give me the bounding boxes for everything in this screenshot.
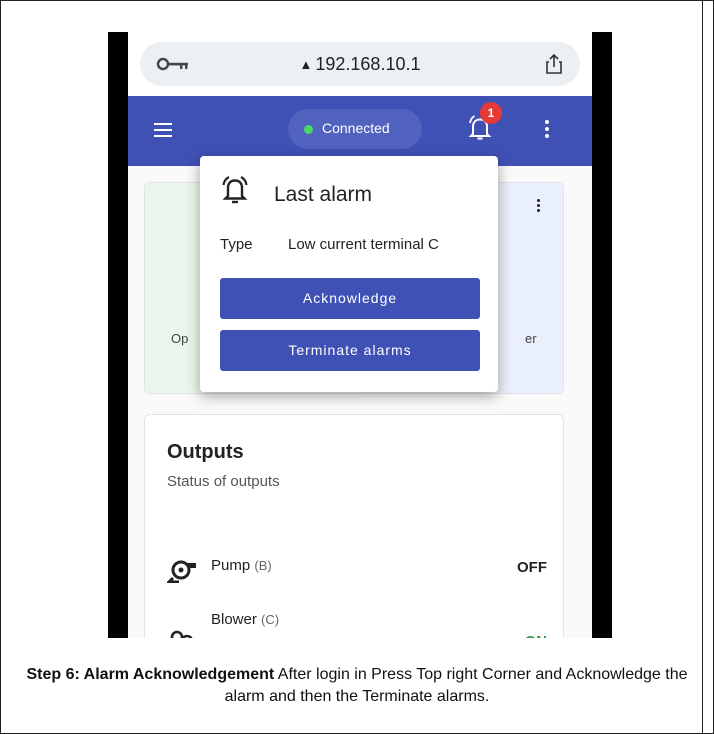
alarm-type-value: Low current terminal C — [288, 236, 439, 253]
step-caption: Step 6: Alarm Acknowledgement After logi… — [20, 664, 694, 708]
terminate-alarms-button[interactable]: Terminate alarms — [220, 330, 480, 371]
alarm-bell-icon — [222, 176, 248, 204]
browser-bar: ▲ 192.168.10.1 — [128, 32, 592, 96]
status-dot-icon — [304, 125, 313, 134]
url-bar[interactable]: ▲ 192.168.10.1 — [140, 42, 580, 86]
phone-screenshot: ▲ 192.168.10.1 Connected 1 Op er Outputs… — [108, 32, 612, 638]
blower-icon — [170, 630, 193, 638]
step-description: After login in Press Top right Corner an… — [224, 666, 688, 705]
popup-title: Last alarm — [274, 183, 373, 206]
pump-icon — [167, 560, 196, 583]
output-row-blower: Blower (C) ON — [167, 611, 547, 638]
url-text: 192.168.10.1 — [315, 54, 421, 74]
last-alarm-popup: Last alarm Type Low current terminal C A… — [200, 156, 498, 392]
card-options-icon[interactable] — [535, 199, 541, 217]
output-state: ON — [525, 633, 548, 638]
output-row-pump: Pump (B) OFF — [167, 557, 547, 587]
output-state: OFF — [517, 559, 547, 576]
url-display[interactable]: ▲ 192.168.10.1 — [140, 54, 580, 75]
outputs-subtitle: Status of outputs — [167, 473, 280, 490]
alarm-count-badge: 1 — [480, 102, 502, 124]
output-name: Blower (C) — [211, 611, 280, 628]
step-heading: Step 6: Alarm Acknowledgement — [26, 666, 275, 683]
share-icon[interactable] — [544, 53, 564, 75]
connection-status-chip: Connected — [288, 109, 422, 149]
alarm-type-label: Type — [220, 236, 253, 253]
menu-icon[interactable] — [154, 123, 172, 137]
output-name: Pump (B) — [211, 557, 272, 574]
outputs-title: Outputs — [167, 441, 244, 463]
not-secure-icon: ▲ — [299, 57, 313, 72]
card-label-fragment: er — [525, 331, 537, 346]
table-border — [702, 0, 703, 734]
outputs-card: Outputs Status of outputs Pump (B) OFF B… — [144, 414, 564, 638]
phone-screen: ▲ 192.168.10.1 Connected 1 Op er Outputs… — [128, 32, 592, 638]
connection-status-text: Connected — [322, 120, 390, 136]
card-label-fragment: Op — [171, 331, 189, 346]
acknowledge-button[interactable]: Acknowledge — [220, 278, 480, 319]
more-options-icon[interactable] — [544, 120, 550, 142]
